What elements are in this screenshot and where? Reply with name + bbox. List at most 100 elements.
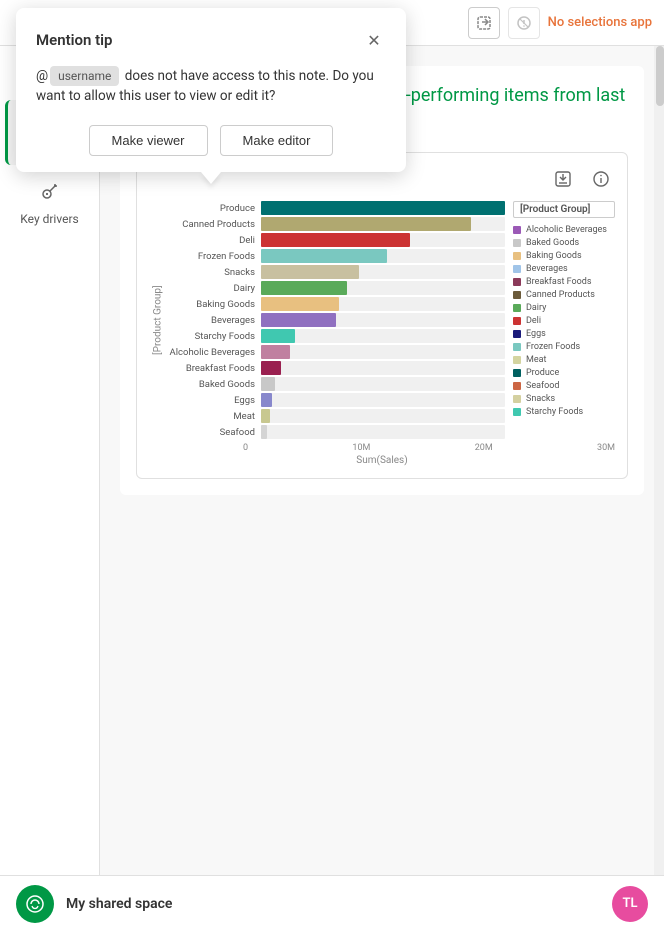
bar-track	[261, 329, 505, 343]
bar-label: Deli	[167, 235, 255, 246]
no-selections-label: No selections app	[548, 15, 652, 30]
legend-color-dot	[513, 317, 521, 325]
bar-fill	[261, 313, 336, 327]
bar-row: Breakfast Foods	[167, 361, 505, 375]
legend-item-label: Breakfast Foods	[526, 277, 592, 287]
legend-item-label: Frozen Foods	[526, 342, 580, 352]
bar-fill	[261, 281, 347, 295]
legend-item: Breakfast Foods	[513, 277, 615, 287]
legend-item-label: Dairy	[526, 303, 546, 313]
bar-track	[261, 201, 505, 215]
alert-button[interactable]	[508, 7, 540, 39]
bar-fill	[261, 233, 410, 247]
modal-close-button[interactable]: ✕	[362, 28, 386, 52]
space-icon	[16, 885, 54, 923]
x-axis-ticks: 010M20M30M	[149, 443, 615, 453]
bar-fill	[261, 425, 267, 439]
legend-item-label: Meat	[526, 355, 546, 365]
bar-label: Eggs	[167, 395, 255, 406]
chart-info-button[interactable]	[587, 165, 615, 193]
bar-label: Seafood	[167, 427, 255, 438]
user-avatar[interactable]: TL	[612, 886, 648, 922]
scroll-thumb[interactable]	[656, 46, 664, 106]
x-axis-title: Sum(Sales)	[149, 455, 615, 466]
modal-header: Mention tip ✕	[36, 28, 386, 52]
legend-item-label: Snacks	[526, 394, 555, 404]
modal-actions: Make viewer Make editor	[36, 125, 386, 156]
legend-color-dot	[513, 382, 521, 390]
bar-fill	[261, 249, 387, 263]
bar-row: Snacks	[167, 265, 505, 279]
bar-label: Produce	[167, 203, 255, 214]
bar-fill	[261, 217, 471, 231]
bar-fill	[261, 297, 339, 311]
bar-row: Produce	[167, 201, 505, 215]
modal-tail	[201, 172, 221, 184]
bar-label: Snacks	[167, 267, 255, 278]
bar-label: Dairy	[167, 283, 255, 294]
avatar-initials: TL	[622, 896, 637, 911]
x-axis-tick: 0	[243, 443, 248, 453]
bar-row: Frozen Foods	[167, 249, 505, 263]
bar-track	[261, 313, 505, 327]
bar-track	[261, 217, 505, 231]
legend-item-label: Canned Products	[526, 290, 595, 300]
mention-tip-modal: Mention tip ✕ @username does not have ac…	[16, 8, 406, 172]
bar-row: Seafood	[167, 425, 505, 439]
bar-fill	[261, 377, 275, 391]
legend-item: Baked Goods	[513, 238, 615, 248]
legend-color-dot	[513, 408, 521, 416]
key-drivers-icon	[38, 179, 62, 208]
sidebar-item-key-drivers[interactable]: Key drivers	[5, 169, 95, 234]
legend-item-label: Produce	[526, 368, 559, 378]
bar-track	[261, 409, 505, 423]
legend-item: Deli	[513, 316, 615, 326]
legend-item-label: Eggs	[526, 329, 546, 339]
legend-item-label: Deli	[526, 316, 541, 326]
legend-item-label: Beverages	[526, 264, 568, 274]
legend-item: Dairy	[513, 303, 615, 313]
bar-track	[261, 345, 505, 359]
space-label: My shared space	[66, 896, 172, 912]
legend-color-dot	[513, 278, 521, 286]
legend-item: Eggs	[513, 329, 615, 339]
make-viewer-button[interactable]: Make viewer	[89, 125, 208, 156]
make-editor-button[interactable]: Make editor	[220, 125, 334, 156]
legend-color-dot	[513, 265, 521, 273]
legend-item: Snacks	[513, 394, 615, 404]
legend-item: Seafood	[513, 381, 615, 391]
legend-item-label: Seafood	[526, 381, 559, 391]
legend-color-dot	[513, 304, 521, 312]
legend-color-dot	[513, 291, 521, 299]
legend-color-dot	[513, 330, 521, 338]
bar-track	[261, 233, 505, 247]
modal-user-chip: username	[50, 66, 119, 86]
share-button[interactable]	[468, 7, 500, 39]
bar-row: Starchy Foods	[167, 329, 505, 343]
legend-item-label: Alcoholic Beverages	[526, 225, 607, 235]
legend-item: Alcoholic Beverages	[513, 225, 615, 235]
bar-label: Meat	[167, 411, 255, 422]
legend-item-label: Baked Goods	[526, 238, 579, 248]
bar-track	[261, 361, 505, 375]
legend-color-dot	[513, 395, 521, 403]
top-bar-actions: No selections app	[468, 7, 652, 39]
scroll-indicator	[654, 46, 664, 875]
at-symbol: @	[36, 68, 48, 84]
bar-row: Meat	[167, 409, 505, 423]
chart-export-button[interactable]	[549, 165, 577, 193]
legend-item: Produce	[513, 368, 615, 378]
bar-fill	[261, 361, 281, 375]
bar-row: Eggs	[167, 393, 505, 407]
legend-color-dot	[513, 252, 521, 260]
chart-container: [Product Group] Produce Canned Products De…	[136, 152, 628, 479]
bar-row: Canned Products	[167, 217, 505, 231]
legend-title: [Product Group]	[513, 201, 615, 218]
bar-row: Deli	[167, 233, 505, 247]
bar-row: Dairy	[167, 281, 505, 295]
legend-item: Baking Goods	[513, 251, 615, 261]
legend-item: Canned Products	[513, 290, 615, 300]
x-axis-tick: 30M	[597, 443, 615, 453]
legend-item-label: Starchy Foods	[526, 407, 583, 417]
bottom-bar: My shared space TL	[0, 875, 664, 931]
